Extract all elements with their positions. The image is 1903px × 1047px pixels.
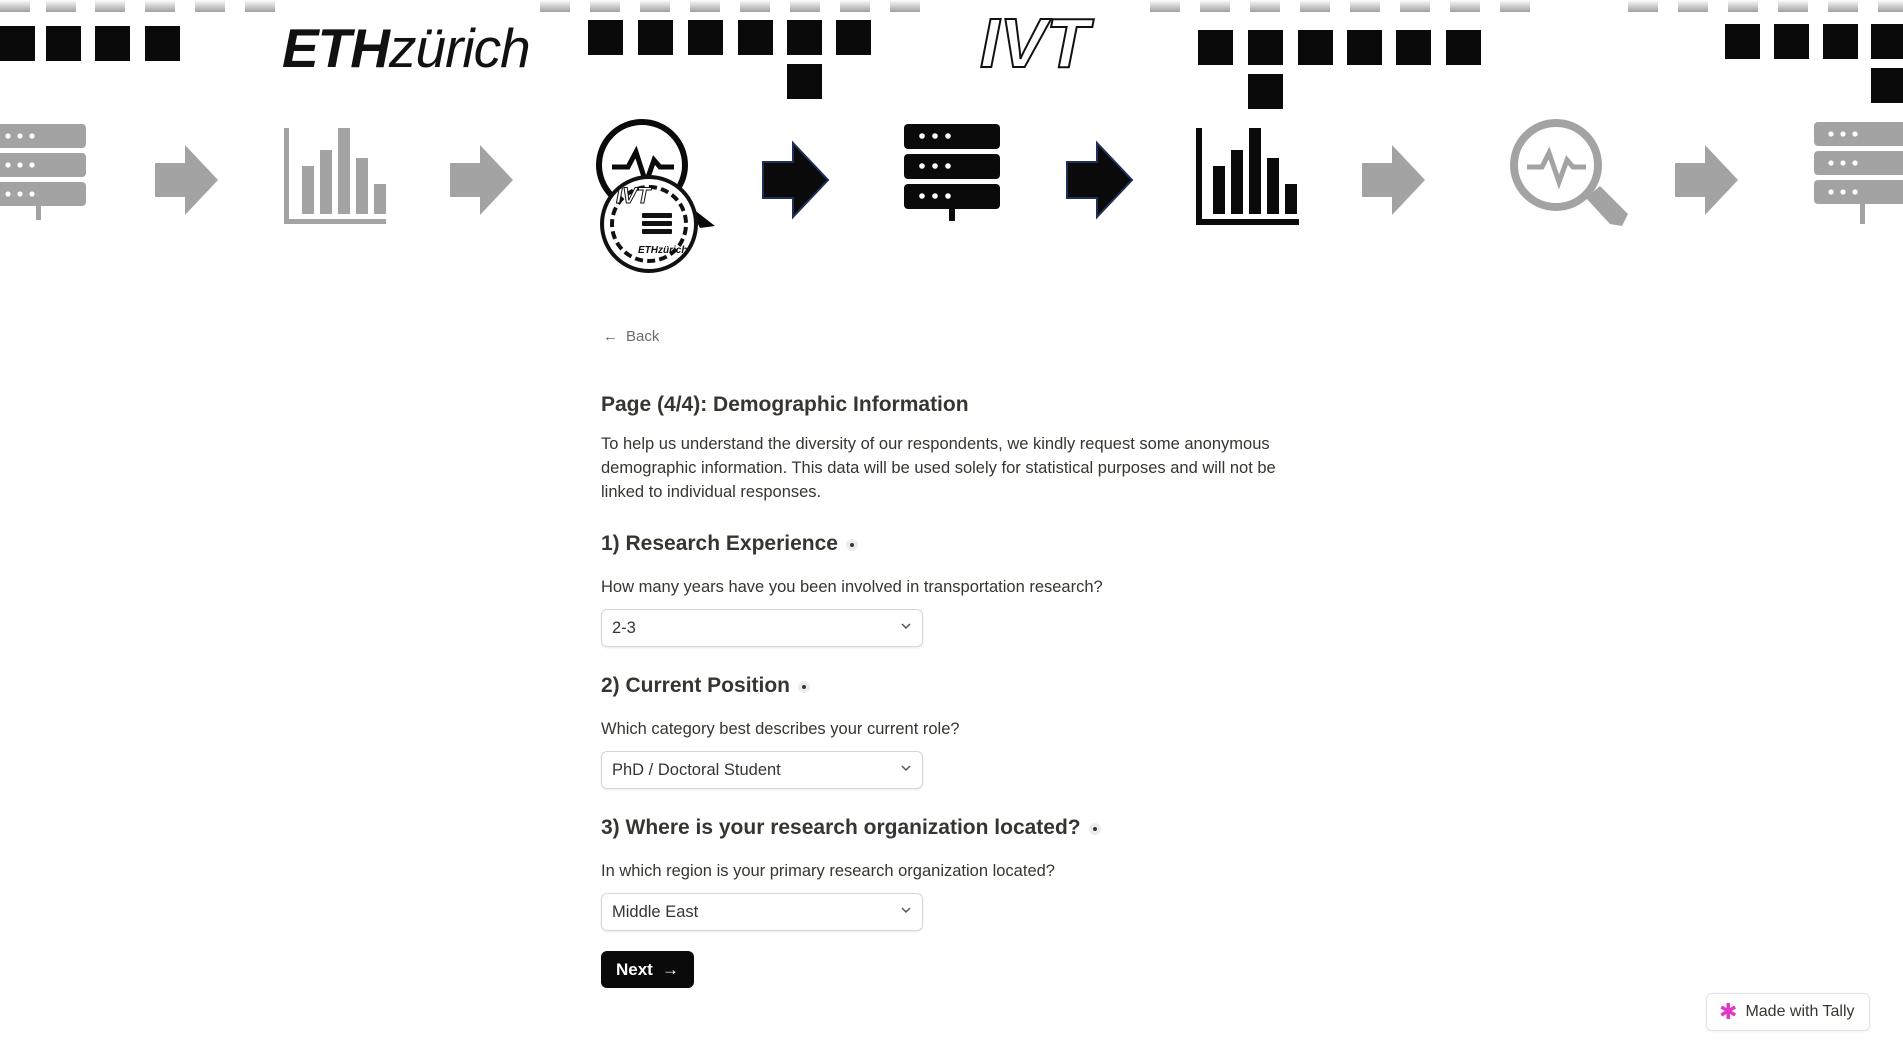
- experience-select-value: 2-3: [612, 619, 636, 637]
- page-intro: To help us understand the diversity of o…: [601, 435, 1276, 501]
- ivt-logo: IVT: [979, 4, 1090, 82]
- made-with-tally-badge[interactable]: ✱ Made with Tally: [1706, 993, 1870, 1031]
- arrow-right-icon: [762, 140, 830, 220]
- page-title: Page (4/4): Demographic Information: [601, 393, 969, 416]
- chevron-down-icon: [901, 907, 911, 914]
- arrow-left-icon: ←: [603, 328, 618, 345]
- arrow-right-icon: [1362, 145, 1425, 215]
- bar-chart-icon: [284, 128, 386, 224]
- avatar-eth-text: ETHzürich: [638, 245, 688, 256]
- arrow-right-icon: [1066, 140, 1134, 220]
- eth-zurich-logo: ETHzürich: [282, 17, 531, 79]
- position-select[interactable]: PhD / Doctoral Student: [601, 751, 923, 789]
- question-title-text: 2) Current Position: [601, 674, 791, 697]
- arrow-right-icon: [1675, 145, 1738, 215]
- back-button[interactable]: ← Back: [603, 328, 659, 345]
- header-banner: ETHzürich IVT IVT ETHzürich: [0, 0, 1903, 290]
- required-indicator-icon: [1088, 823, 1101, 835]
- server-icon: [0, 124, 86, 220]
- next-button[interactable]: Next →: [601, 951, 694, 988]
- position-select-value: PhD / Doctoral Student: [612, 761, 781, 779]
- tally-star-icon: ✱: [1719, 999, 1738, 1024]
- chevron-down-icon: [901, 623, 911, 630]
- question-title-text: 3) Where is your research organization l…: [601, 816, 1081, 839]
- avatar: IVT ETHzürich: [600, 175, 698, 273]
- bar-chart-icon: [1196, 128, 1299, 225]
- next-button-label: Next: [616, 959, 653, 979]
- chevron-down-icon: [901, 765, 911, 772]
- avatar-ivt-text: IVT: [615, 183, 651, 209]
- question-description-3: In which region is your primary research…: [601, 862, 1055, 880]
- question-title-text: 1) Research Experience: [601, 532, 838, 555]
- arrow-right-icon: [450, 145, 513, 215]
- back-label: Back: [626, 328, 660, 345]
- banner-fade: [0, 0, 1903, 14]
- region-select-value: Middle East: [612, 903, 699, 921]
- question-title-2: 2) Current Position: [601, 674, 811, 698]
- region-select[interactable]: Middle East: [601, 893, 923, 931]
- question-title-3: 3) Where is your research organization l…: [601, 816, 1101, 840]
- question-description-1: How many years have you been involved in…: [601, 578, 1103, 596]
- required-indicator-icon: [845, 539, 858, 551]
- question-title-1: 1) Research Experience: [601, 532, 858, 556]
- experience-select[interactable]: 2-3: [601, 609, 923, 647]
- search-pulse-icon: [1510, 119, 1628, 226]
- arrow-right-icon: →: [661, 959, 679, 979]
- server-icon: [904, 124, 1000, 221]
- question-description-2: Which category best describes your curre…: [601, 720, 960, 738]
- server-icon: [1814, 122, 1903, 224]
- server-icon: [642, 213, 672, 235]
- arrow-right-icon: [155, 145, 218, 215]
- required-indicator-icon: [798, 681, 811, 693]
- tally-label: Made with Tally: [1745, 1003, 1855, 1020]
